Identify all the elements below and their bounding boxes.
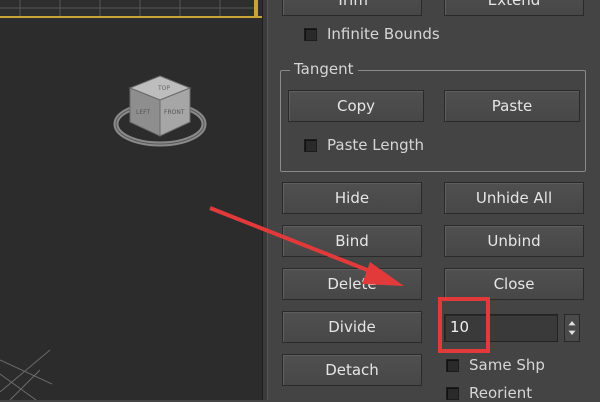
same-shp-option[interactable]: Same Shp — [446, 356, 545, 374]
viewcube-face-front: FRONT — [164, 109, 185, 116]
reorient-option[interactable]: Reorient — [446, 384, 532, 402]
trim-button[interactable]: Trim — [282, 0, 422, 16]
bind-button[interactable]: Bind — [282, 225, 422, 257]
reorient-checkbox[interactable] — [446, 386, 459, 400]
divide-button[interactable]: Divide — [282, 311, 422, 343]
viewcube[interactable]: TOP LEFT FRONT — [112, 66, 208, 162]
paste-length-checkbox[interactable] — [304, 138, 317, 152]
command-panel: Trim Extend Infinite Bounds Tangent Copy… — [268, 0, 600, 402]
paste-length-label: Paste Length — [327, 136, 424, 154]
paste-length-option[interactable]: Paste Length — [304, 136, 424, 154]
same-shp-checkbox[interactable] — [446, 358, 459, 372]
viewport[interactable]: TOP LEFT FRONT — [0, 0, 262, 400]
spinner-arrows-icon[interactable] — [564, 314, 580, 342]
infinite-bounds-checkbox[interactable] — [304, 27, 317, 41]
viewcube-face-left: LEFT — [136, 109, 150, 116]
tangent-group-label: Tangent — [290, 60, 358, 78]
hide-button[interactable]: Hide — [282, 182, 422, 214]
close-button[interactable]: Close — [444, 268, 584, 300]
viewport-grid — [0, 349, 53, 400]
same-shp-label: Same Shp — [469, 356, 545, 374]
reorient-label: Reorient — [469, 384, 533, 402]
infinite-bounds-label: Infinite Bounds — [327, 25, 440, 43]
unbind-button[interactable]: Unbind — [444, 225, 584, 257]
viewport-active-border — [254, 0, 258, 18]
detach-button[interactable]: Detach — [282, 354, 422, 386]
tangent-paste-button[interactable]: Paste — [444, 90, 580, 122]
extend-button[interactable]: Extend — [444, 0, 584, 16]
tangent-copy-button[interactable]: Copy — [288, 90, 424, 122]
annotation-highlight-box — [438, 297, 490, 353]
viewport-grid-top — [0, 0, 254, 16]
unhide-all-button[interactable]: Unhide All — [444, 182, 584, 214]
delete-button[interactable]: Delete — [282, 268, 422, 300]
infinite-bounds-option[interactable]: Infinite Bounds — [304, 25, 440, 43]
viewcube-face-top: TOP — [157, 85, 170, 92]
